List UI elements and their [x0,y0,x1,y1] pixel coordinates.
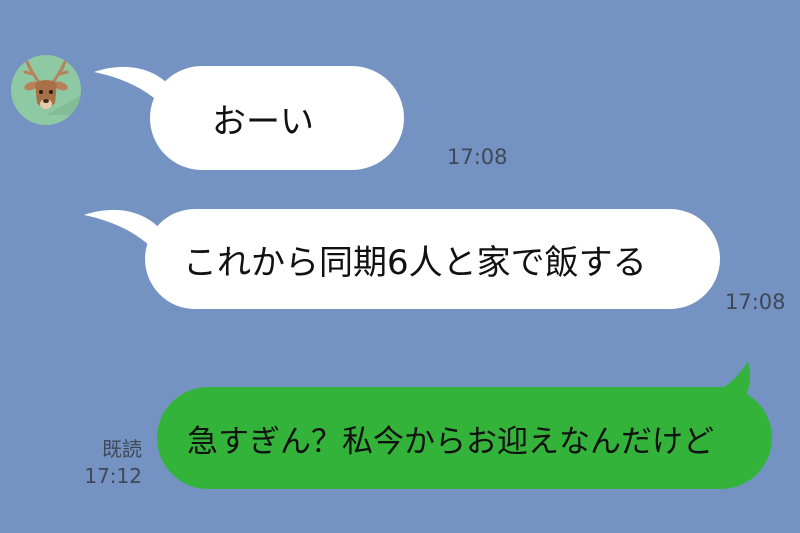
deer-icon [23,60,81,115]
message-bubble[interactable]: これから同期6人と家で飯する [145,209,720,309]
message-timestamp: 17:12 [84,464,142,488]
message-timestamp: 17:08 [725,290,786,314]
read-status: 既読 17:12 [70,436,142,490]
message-text: これから同期6人と家で飯する [183,242,647,283]
message-text: おーい [212,101,314,142]
chat-area: おーい 17:08 これから同期6人と家で飯する 17:08 急すぎん？私今から… [0,0,800,533]
message-bubble[interactable]: おーい [150,66,404,170]
message-text: 急すぎん？私今からお迎えなんだけど [187,423,714,460]
message-timestamp: 17:08 [447,145,508,169]
message-bubble[interactable]: 急すぎん？私今からお迎えなんだけど [157,387,772,489]
read-label: 既読 [102,437,142,461]
avatar[interactable] [11,55,81,125]
